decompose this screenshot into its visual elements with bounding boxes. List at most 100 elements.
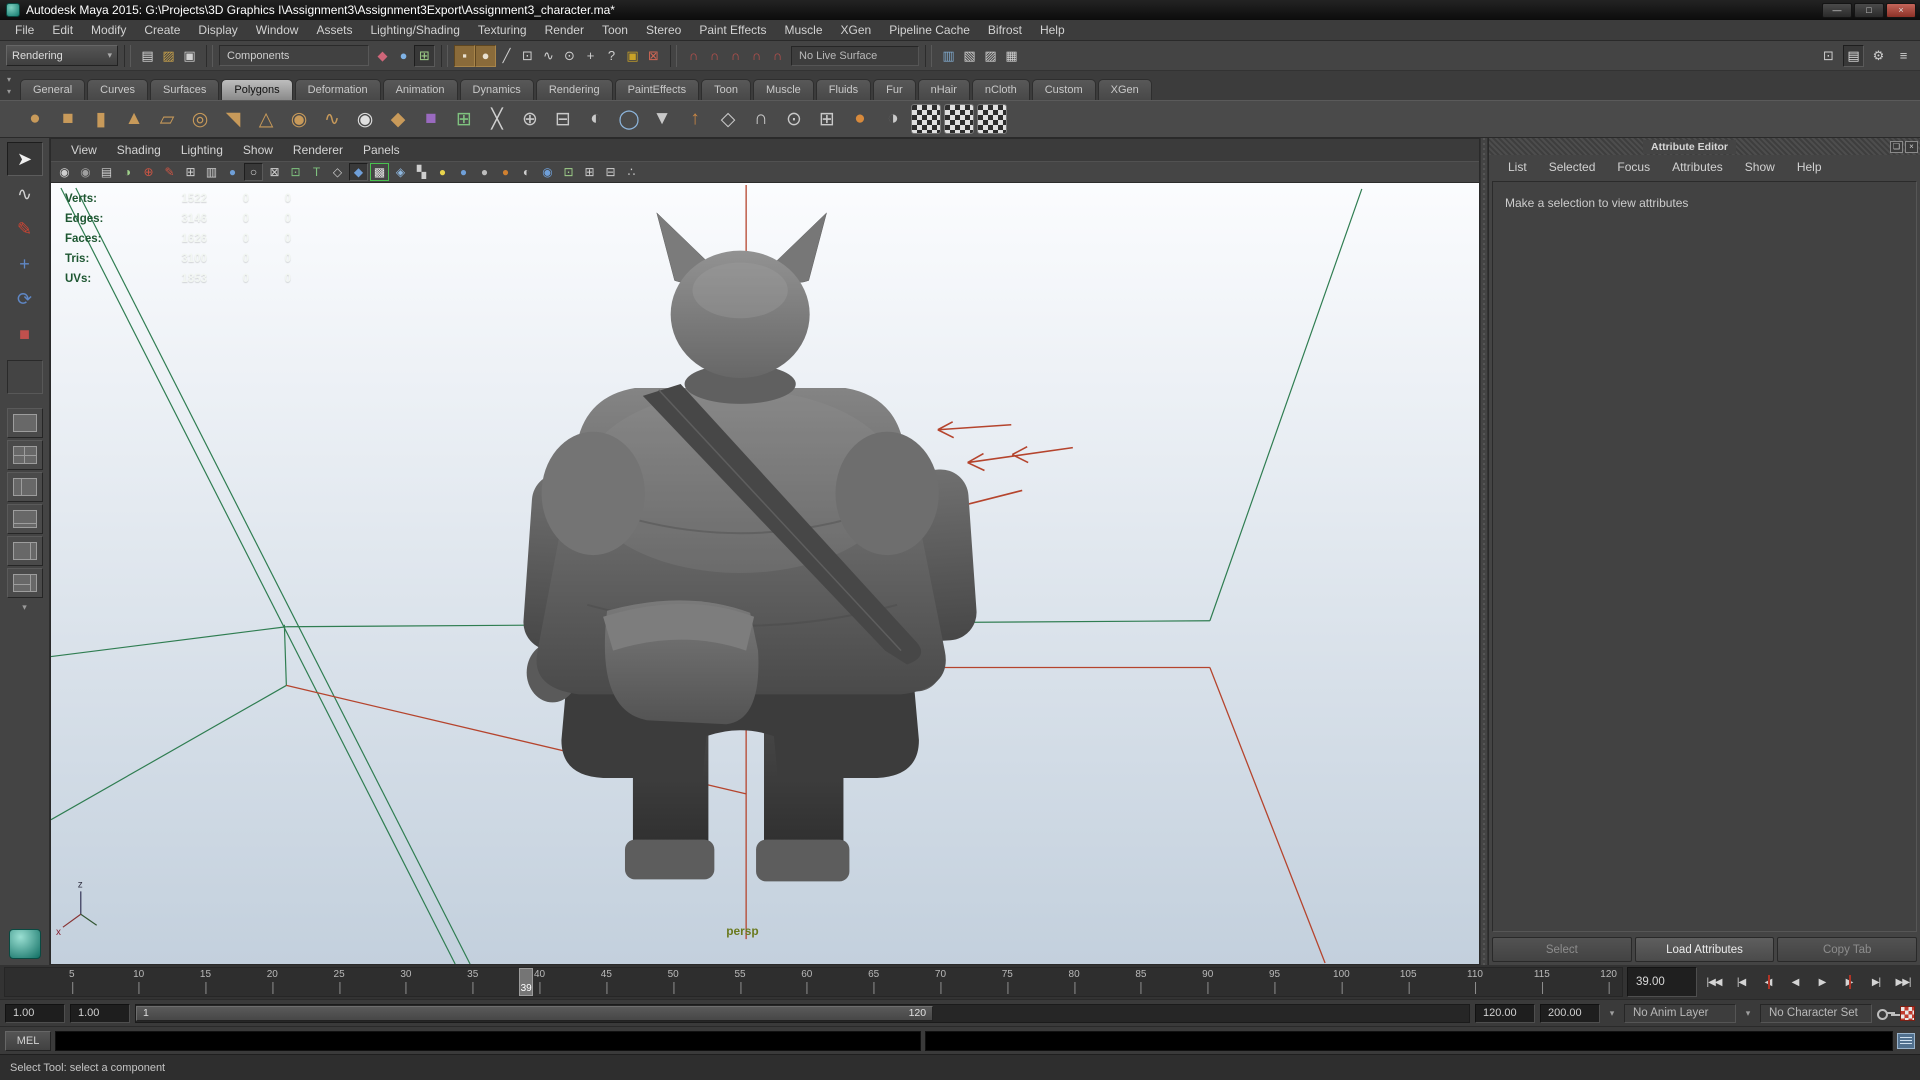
shelf-tab[interactable]: Toon <box>701 79 751 100</box>
time-ruler[interactable]: 39 5101520253035404550556065707580859095… <box>4 967 1623 997</box>
isolate-select-icon[interactable]: ⊡ <box>559 163 578 181</box>
playback-start-field[interactable]: 1.00 <box>70 1004 130 1023</box>
playback-end-field[interactable]: 120.00 <box>1475 1004 1535 1023</box>
ambient-occlusion-icon[interactable]: ◐ <box>517 163 536 181</box>
time-tick-25[interactable]: 25 <box>334 969 345 980</box>
play-backwards-button[interactable]: ◀ <box>1782 970 1808 994</box>
menu-item[interactable]: Texturing <box>469 20 536 40</box>
poly-sphere-icon[interactable]: ● <box>20 104 50 134</box>
menu-item[interactable]: Window <box>247 20 308 40</box>
2d-pan-zoom-icon[interactable]: ⊕ <box>139 163 158 181</box>
menu-item[interactable]: Create <box>135 20 189 40</box>
chevron-down-icon[interactable]: ▾ <box>1605 1008 1619 1019</box>
uv-planar-projection-icon[interactable]: ▦ <box>911 104 941 134</box>
new-scene-icon[interactable]: ▤ <box>137 45 158 67</box>
time-tick-60[interactable]: 60 <box>801 969 812 980</box>
film-gate-icon[interactable]: ▥ <box>202 163 221 181</box>
share-view-icon[interactable]: ∴ <box>622 163 641 181</box>
layout-persp-graph-button[interactable] <box>7 504 43 534</box>
bevel-icon[interactable]: ◇ <box>713 104 743 134</box>
status-divider[interactable] <box>124 45 131 67</box>
time-tick-65[interactable]: 65 <box>868 969 879 980</box>
select-surfaces-icon[interactable]: ⊡ <box>517 45 538 67</box>
layout-menu-icon[interactable]: ▾ <box>22 602 27 613</box>
ae-menu-item[interactable]: List <box>1497 157 1538 177</box>
status-divider[interactable] <box>925 45 932 67</box>
time-tick-35[interactable]: 35 <box>467 969 478 980</box>
uv-texture-editor-icon[interactable]: ▦ <box>977 104 1007 134</box>
ae-menu-item[interactable]: Help <box>1786 157 1833 177</box>
time-tick-95[interactable]: 95 <box>1269 969 1280 980</box>
time-tick-80[interactable]: 80 <box>1069 969 1080 980</box>
menu-item[interactable]: Muscle <box>776 20 832 40</box>
modeling-toolkit-toggle-icon[interactable]: ⊡ <box>1818 45 1839 67</box>
poly-prism-icon[interactable]: ◥ <box>218 104 248 134</box>
lighting-all-icon[interactable]: ● <box>433 163 452 181</box>
range-handle[interactable]: 1 120 <box>136 1006 933 1021</box>
sculpt-tool-icon[interactable]: ● <box>845 104 875 134</box>
ae-menu-item[interactable]: Focus <box>1606 157 1661 177</box>
poly-soccer-ball-icon[interactable]: ◉ <box>350 104 380 134</box>
time-tick-50[interactable]: 50 <box>668 969 679 980</box>
script-editor-icon[interactable] <box>1897 1033 1915 1049</box>
time-tick-40[interactable]: 40 <box>534 969 545 980</box>
time-tick-120[interactable]: 120 <box>1600 969 1617 980</box>
select-pivots-icon[interactable]: ⊙ <box>559 45 580 67</box>
gate-mask-icon[interactable]: ○ <box>244 163 263 181</box>
go-to-end-button[interactable]: ▶▶| <box>1890 970 1916 994</box>
shelf-tab[interactable]: Animation <box>383 79 458 100</box>
select-by-hierarchy-icon[interactable]: ◆ <box>372 45 393 67</box>
safe-title-icon[interactable]: T <box>307 163 326 181</box>
live-surface-field[interactable]: No Live Surface <box>791 46 919 66</box>
step-forward-frame-button[interactable]: ▶| <box>1863 970 1889 994</box>
mirror-geometry-icon[interactable]: ◑ <box>878 104 908 134</box>
layout-persp-outliner-button[interactable] <box>7 472 43 502</box>
status-divider[interactable] <box>670 45 677 67</box>
lighting-none-icon[interactable]: ● <box>475 163 494 181</box>
select-button[interactable]: Select <box>1492 937 1632 962</box>
range-track[interactable]: 1 120 <box>135 1004 1470 1023</box>
poly-cylinder-icon[interactable]: ▮ <box>86 104 116 134</box>
restore-panel-icon[interactable]: ❏ <box>1890 141 1903 153</box>
menu-item[interactable]: Stereo <box>637 20 690 40</box>
poly-plane-icon[interactable]: ▱ <box>152 104 182 134</box>
ae-menu-item[interactable]: Selected <box>1538 157 1607 177</box>
anim-layer-dropdown[interactable]: No Anim Layer <box>1624 1004 1736 1023</box>
wireframe-mode-icon[interactable]: ◇ <box>328 163 347 181</box>
time-tick-20[interactable]: 20 <box>267 969 278 980</box>
attribute-editor-toggle-icon[interactable]: ▤ <box>1843 45 1864 67</box>
layout-four-pane-button[interactable] <box>7 440 43 470</box>
motion-blur-icon[interactable]: ◉ <box>538 163 557 181</box>
time-tick-55[interactable]: 55 <box>734 969 745 980</box>
animation-start-field[interactable]: 1.00 <box>5 1004 65 1023</box>
time-tick-15[interactable]: 15 <box>200 969 211 980</box>
shelf-tab[interactable]: Fluids <box>816 79 871 100</box>
snap-to-projected-center-icon[interactable]: ∩ <box>746 45 767 67</box>
textured-mode-icon[interactable]: ▩ <box>370 163 389 181</box>
wireframe-on-shaded-icon[interactable]: ◈ <box>391 163 410 181</box>
use-default-material-icon[interactable]: ▚ <box>412 163 431 181</box>
menu-item[interactable]: Toon <box>593 20 637 40</box>
layout-hypershade-persp-button[interactable] <box>7 536 43 566</box>
select-by-component-icon[interactable]: ⊞ <box>414 45 435 67</box>
menu-item[interactable]: Assets <box>307 20 361 40</box>
render-view-icon[interactable]: ▥ <box>938 45 959 67</box>
menu-item[interactable]: XGen <box>832 20 881 40</box>
close-button[interactable]: × <box>1886 3 1916 18</box>
field-chart-icon[interactable]: ⊠ <box>265 163 284 181</box>
shelf-tab[interactable]: PaintEffects <box>615 79 700 100</box>
shelf-tab[interactable]: Polygons <box>221 79 292 100</box>
selection-mode-dropdown[interactable]: Components <box>219 45 369 66</box>
panel-menu-item[interactable]: Show <box>233 140 283 160</box>
snap-to-point-icon[interactable]: ∩ <box>725 45 746 67</box>
time-tick-115[interactable]: 115 <box>1534 969 1550 980</box>
paint-select-tool[interactable]: ✎ <box>7 212 43 246</box>
select-param-points-icon[interactable]: ● <box>475 45 496 67</box>
set-key-icon[interactable] <box>1877 1007 1895 1019</box>
shelf-tab[interactable]: Dynamics <box>460 79 534 100</box>
layout-single-pane-button[interactable] <box>7 408 43 438</box>
playhead[interactable]: 39 <box>519 968 533 996</box>
auto-keyframe-icon[interactable] <box>1900 1006 1915 1021</box>
copy-tab-button[interactable]: Copy Tab <box>1777 937 1917 962</box>
tool-settings-toggle-icon[interactable]: ⚙ <box>1868 45 1889 67</box>
